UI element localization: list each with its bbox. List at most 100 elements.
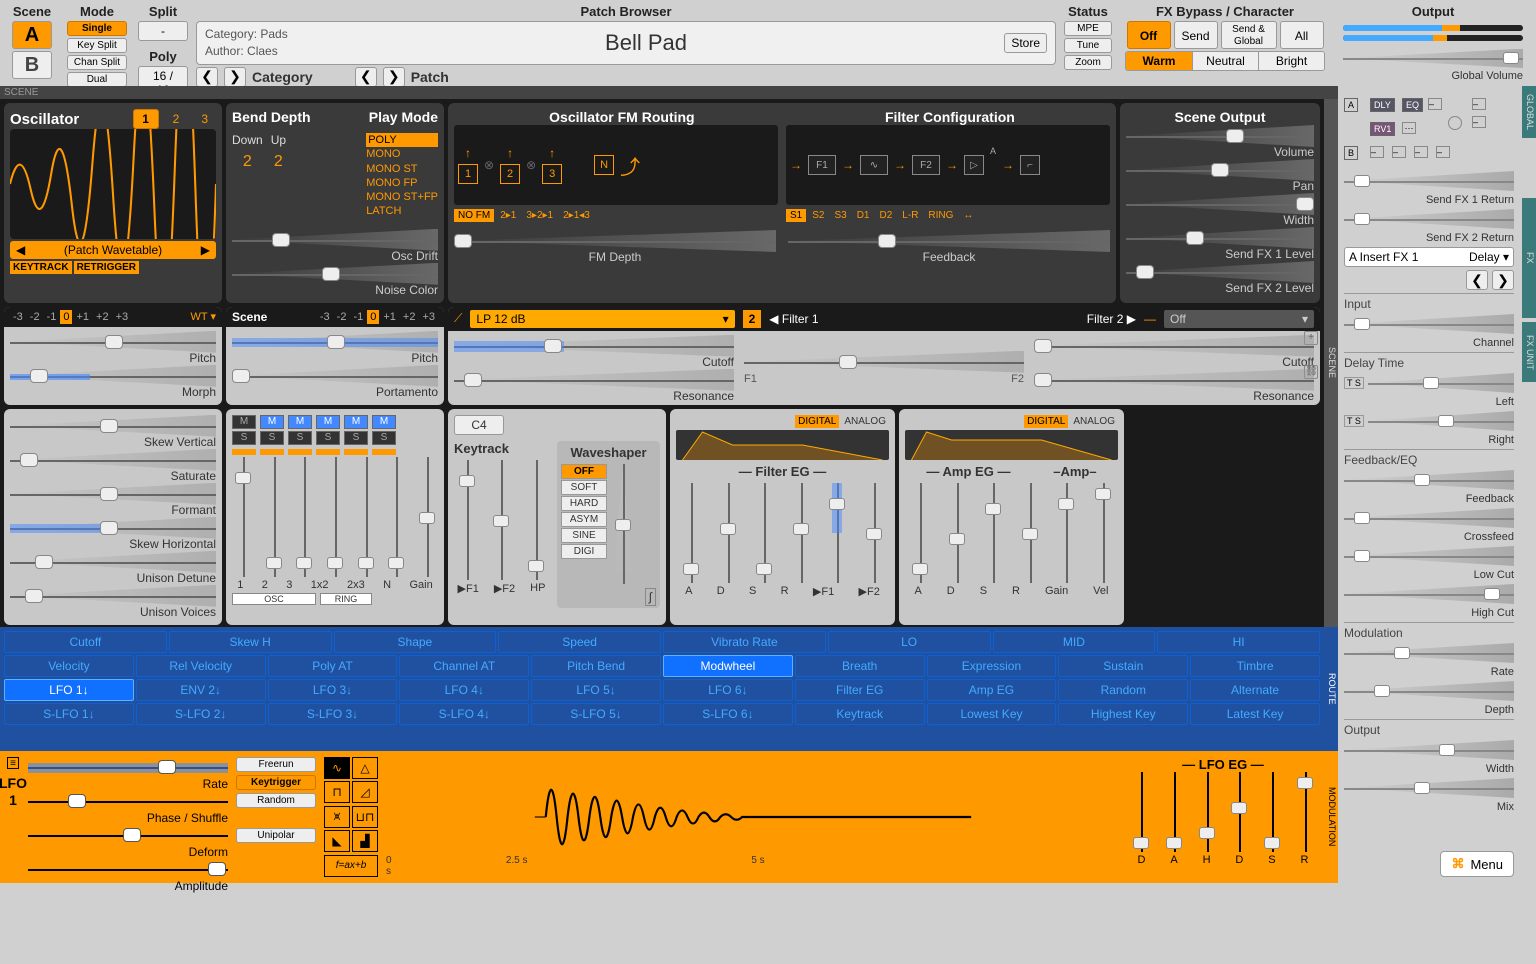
osc-tab-1[interactable]: 1 bbox=[133, 109, 159, 129]
ws-asym[interactable]: ASYM bbox=[561, 512, 607, 527]
lfo-shape-step[interactable]: ▟ bbox=[352, 830, 378, 852]
solo-5[interactable]: S bbox=[344, 431, 368, 445]
fx-slot-name[interactable]: A Insert FX 1 bbox=[1349, 250, 1465, 264]
lfoeg-s[interactable] bbox=[1262, 772, 1282, 852]
feg-a[interactable] bbox=[681, 483, 701, 583]
bypass-all[interactable]: All bbox=[1280, 21, 1324, 49]
mixer-slider-3[interactable] bbox=[294, 457, 314, 577]
fm-mode-nofm[interactable]: NO FM bbox=[454, 209, 494, 222]
osc-morph-slider[interactable] bbox=[10, 365, 216, 387]
fx-highcut-slider[interactable] bbox=[1344, 584, 1514, 604]
bypass-sendglobal[interactable]: Send & Global bbox=[1221, 21, 1277, 49]
feg-display[interactable] bbox=[676, 430, 889, 460]
aeg-display[interactable] bbox=[905, 430, 1118, 460]
mod-skew-h[interactable]: Skew H bbox=[169, 631, 332, 653]
mute-6[interactable]: M bbox=[372, 415, 396, 429]
mod-pitch-bend[interactable]: Pitch Bend bbox=[531, 655, 661, 677]
aeg-digital[interactable]: DIGITAL bbox=[1024, 415, 1068, 428]
lfo-freerun[interactable]: Freerun bbox=[236, 757, 316, 772]
scene-width-slider[interactable] bbox=[1126, 193, 1314, 215]
scn-oct-p3[interactable]: +3 bbox=[419, 310, 438, 324]
mod-highest-key[interactable]: Highest Key bbox=[1058, 703, 1188, 725]
fx-feedback-slider[interactable] bbox=[1344, 470, 1514, 490]
mod-s-lfo-6[interactable]: S-LFO 6↓ bbox=[663, 703, 793, 725]
mod-filter-eg[interactable]: Filter EG bbox=[795, 679, 925, 701]
scene-pitch-slider[interactable] bbox=[232, 331, 438, 353]
osc-type-selector[interactable]: WT ▾ bbox=[191, 310, 216, 323]
scn-oct-p2[interactable]: +2 bbox=[400, 310, 419, 324]
delay-r-sync[interactable]: T S bbox=[1344, 415, 1364, 427]
mod-expression[interactable]: Expression bbox=[927, 655, 1057, 677]
lfo-shape-sh[interactable]: ⊔⊓ bbox=[352, 806, 378, 828]
lfo-shape-square[interactable]: ⊓ bbox=[324, 781, 350, 803]
mod-s-lfo-3[interactable]: S-LFO 3↓ bbox=[268, 703, 398, 725]
mod-lfo-1[interactable]: LFO 1↓ bbox=[4, 679, 134, 701]
filter-node-f2[interactable]: F2 bbox=[912, 155, 940, 175]
mod-poly-at[interactable]: Poly AT bbox=[268, 655, 398, 677]
unison-detune-slider[interactable] bbox=[10, 551, 216, 573]
filter-node-ws[interactable]: ∿ bbox=[860, 155, 888, 175]
filtmode-d2[interactable]: D2 bbox=[876, 209, 897, 222]
fx-routing-graph[interactable]: A DLY EQ RV1 B ⋯ – – – – – – – bbox=[1344, 92, 1514, 168]
filtmode-s2[interactable]: S2 bbox=[808, 209, 828, 222]
mod-lo[interactable]: LO bbox=[828, 631, 991, 653]
osc-oct-p1[interactable]: +1 bbox=[73, 310, 92, 324]
mod-env-2[interactable]: ENV 2↓ bbox=[136, 679, 266, 701]
amp-gain[interactable] bbox=[1056, 483, 1076, 583]
mode-keysplit[interactable]: Key Split bbox=[67, 38, 127, 53]
mod-s-lfo-2[interactable]: S-LFO 2↓ bbox=[136, 703, 266, 725]
keytrack-f1-slider[interactable] bbox=[457, 460, 477, 580]
mod-channel-at[interactable]: Channel AT bbox=[399, 655, 529, 677]
bend-down-value[interactable]: 2 bbox=[243, 153, 252, 171]
send-fx1-return-slider[interactable] bbox=[1344, 171, 1514, 191]
osc-tab-3[interactable]: 3 bbox=[193, 112, 216, 126]
solo-2[interactable]: S bbox=[260, 431, 284, 445]
feg-analog[interactable]: ANALOG bbox=[841, 415, 889, 428]
lfo-shape-saw[interactable]: ◿ bbox=[352, 781, 378, 803]
feg-r[interactable] bbox=[791, 483, 811, 583]
noise-color-slider[interactable] bbox=[232, 263, 438, 285]
scn-oct-m1[interactable]: -1 bbox=[350, 310, 366, 324]
char-warm[interactable]: Warm bbox=[1126, 52, 1192, 70]
mod-hi[interactable]: HI bbox=[1157, 631, 1320, 653]
playmode-mono[interactable]: MONO bbox=[366, 147, 438, 161]
filter2-cutoff-slider[interactable] bbox=[1034, 335, 1314, 357]
keytrack-toggle[interactable]: KEYTRACK bbox=[10, 261, 72, 274]
lfoeg-d[interactable] bbox=[1131, 772, 1151, 852]
mod-random[interactable]: Random bbox=[1058, 679, 1188, 701]
ws-curve-icon[interactable]: ∫ bbox=[645, 588, 656, 606]
feg-s[interactable] bbox=[754, 483, 774, 583]
saturate-slider[interactable] bbox=[10, 449, 216, 471]
fx-slot-prev[interactable]: ❮ bbox=[1466, 270, 1488, 290]
scene-pan-slider[interactable] bbox=[1126, 159, 1314, 181]
scene-a-button[interactable]: A bbox=[12, 21, 52, 49]
status-tune[interactable]: Tune bbox=[1064, 38, 1112, 53]
unison-voices-slider[interactable] bbox=[10, 585, 216, 607]
ws-digi[interactable]: DIGI bbox=[561, 544, 607, 559]
mode-chansplit[interactable]: Chan Split bbox=[67, 55, 127, 70]
lfo-keytrigger[interactable]: Keytrigger bbox=[236, 775, 316, 790]
osc-oct-p2[interactable]: +2 bbox=[93, 310, 112, 324]
ws-sine[interactable]: SINE bbox=[561, 528, 607, 543]
osc-oct-m3[interactable]: -3 bbox=[10, 310, 26, 324]
aeg-r[interactable] bbox=[1020, 483, 1040, 583]
skew-vertical-slider[interactable] bbox=[10, 415, 216, 437]
playmode-monofp[interactable]: MONO FP bbox=[366, 176, 438, 190]
mixer-slider-5[interactable] bbox=[356, 457, 376, 577]
mod-s-lfo-1[interactable]: S-LFO 1↓ bbox=[4, 703, 134, 725]
mod-velocity[interactable]: Velocity bbox=[4, 655, 134, 677]
mod-timbre[interactable]: Timbre bbox=[1190, 655, 1320, 677]
lfo-shape-formula[interactable]: f=ax+b bbox=[324, 855, 378, 877]
mixer-slider-4[interactable] bbox=[325, 457, 345, 577]
wt-next-icon[interactable]: ▶ bbox=[201, 243, 210, 257]
fm-node-n[interactable]: N bbox=[594, 155, 614, 175]
keytrack-f2-slider[interactable] bbox=[491, 460, 511, 580]
filter-link[interactable]: 2 bbox=[743, 310, 762, 328]
portamento-slider[interactable] bbox=[232, 365, 438, 387]
osc-oct-p3[interactable]: +3 bbox=[113, 310, 132, 324]
store-button[interactable]: Store bbox=[1004, 33, 1047, 53]
mod-keytrack[interactable]: Keytrack bbox=[795, 703, 925, 725]
lfoeg-r[interactable] bbox=[1295, 772, 1315, 852]
fx-mix-slider[interactable] bbox=[1344, 778, 1514, 798]
scn-oct-m2[interactable]: -2 bbox=[334, 310, 350, 324]
